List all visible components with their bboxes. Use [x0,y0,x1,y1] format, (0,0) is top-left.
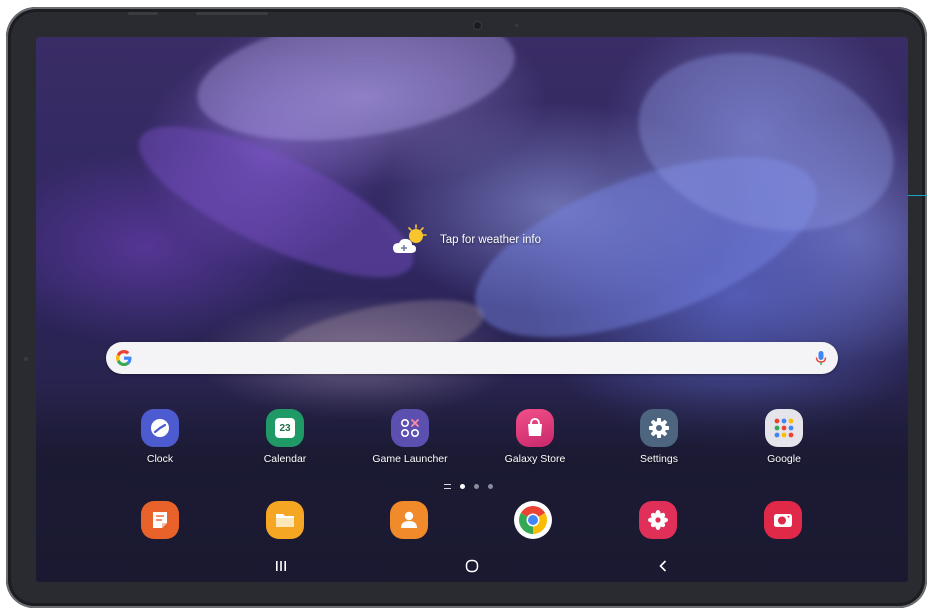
page-dot [474,483,479,489]
weather-widget[interactable]: Tap for weather info [392,223,541,257]
light-sensor [515,24,518,27]
calendar-icon: 23 [266,409,304,447]
volume-button [128,12,158,15]
power-button [196,12,268,15]
home-page-marker [444,483,451,489]
back-button[interactable] [648,555,678,577]
front-camera [474,22,481,29]
google-g-icon [115,349,133,367]
calendar-date: 23 [279,422,291,434]
page-indicator[interactable] [444,482,493,490]
samsung-notes-icon[interactable] [141,501,179,539]
camera-icon[interactable] [764,501,802,539]
app-google-folder[interactable]: Google [734,409,834,465]
google-search-bar[interactable] [106,342,838,374]
callout-line [905,195,927,196]
back-icon [659,560,667,572]
google-folder-icon [765,409,803,447]
contacts-icon[interactable] [390,501,428,539]
gallery-icon[interactable] [639,501,677,539]
app-galaxy-store[interactable]: Galaxy Store [485,409,585,465]
app-label: Settings [640,453,678,465]
home-icon [465,559,479,573]
my-files-icon[interactable] [266,501,304,539]
clock-icon [141,409,179,447]
app-label: Calendar [263,453,307,465]
recents-icon [276,561,286,571]
dock [36,501,908,541]
home-screen: Tap for weather info Clock 23 Calendar G… [36,37,908,582]
chrome-icon[interactable] [514,501,552,539]
page-dot [488,483,493,489]
app-label: Clock [146,453,174,465]
page-dot-active [460,483,465,489]
app-settings[interactable]: Settings [609,409,709,465]
game-launcher-icon [391,409,429,447]
app-label: Google [767,453,801,465]
app-label: Game Launcher [372,453,448,465]
microphone-hole [24,357,28,361]
gear-icon [640,409,678,447]
recents-button[interactable] [266,555,296,577]
app-grid: Clock 23 Calendar Game Launcher Galaxy S… [36,409,908,469]
weather-text: Tap for weather info [440,234,542,246]
app-label: Galaxy Store [504,453,566,465]
home-button[interactable] [457,555,487,577]
app-calendar[interactable]: 23 Calendar [235,409,335,465]
microphone-icon[interactable] [814,350,828,366]
app-game-launcher[interactable]: Game Launcher [360,409,460,465]
navigation-bar [36,551,908,582]
app-clock[interactable]: Clock [110,409,210,465]
weather-icon [392,223,428,257]
galaxy-store-icon [516,409,554,447]
